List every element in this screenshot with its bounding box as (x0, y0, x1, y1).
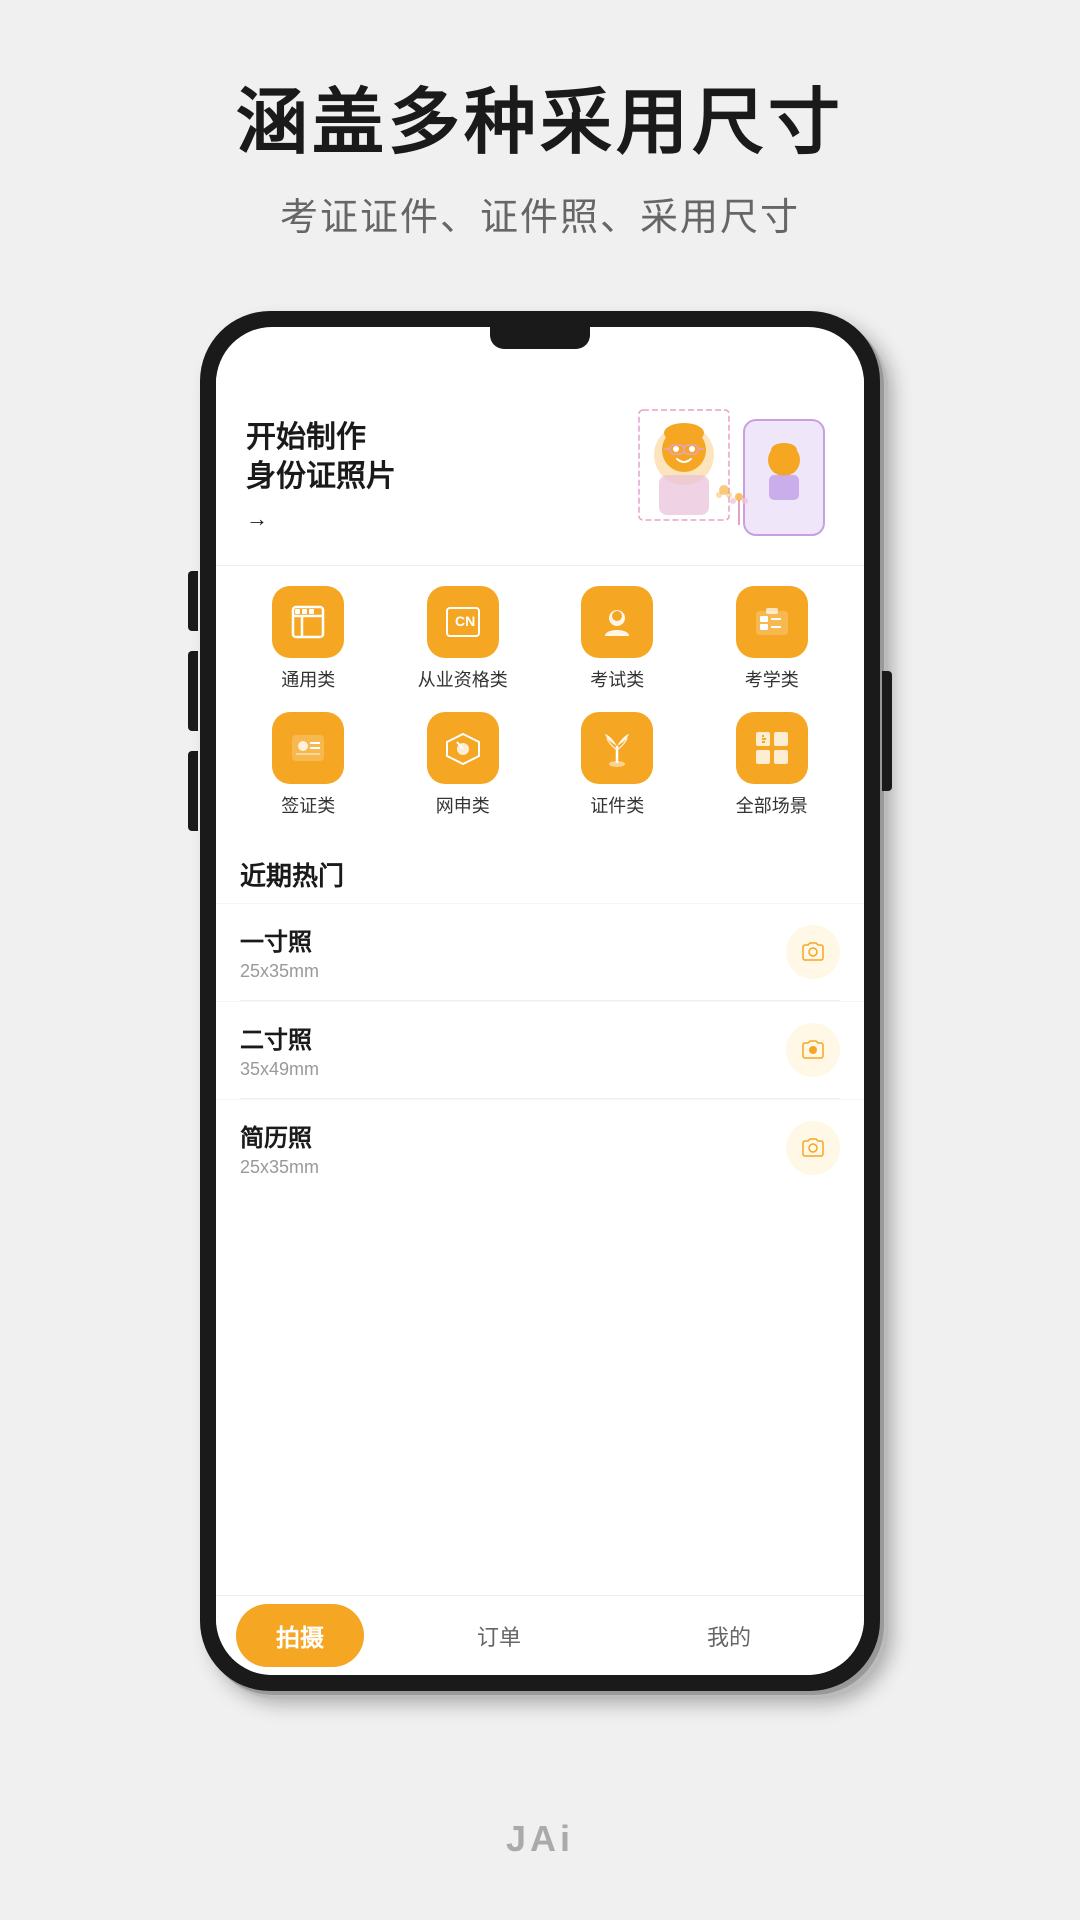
page-header: 涵盖多种采用尺寸 考证证件、证件照、采用尺寸 (236, 0, 844, 271)
hot-item-name-0: 一寸照 (240, 922, 319, 957)
hot-item-info-1: 二寸照 35x49mm (240, 1020, 319, 1080)
category-icon-study (736, 586, 808, 658)
volume-down-button (188, 651, 198, 731)
phone-mockup: 开始制作 身份证照片 → (200, 311, 880, 1691)
category-item-visa[interactable]: 签证类 (236, 712, 381, 818)
hero-banner[interactable]: 开始制作 身份证照片 → (216, 377, 864, 566)
category-section: 通用类 CN 从业资格类 (216, 566, 864, 828)
phone-notch (490, 327, 590, 349)
bottom-label: JAi (506, 1818, 574, 1860)
volume-up-button (188, 571, 198, 631)
category-icon-exam (581, 586, 653, 658)
category-label-qualification: 从业资格类 (418, 666, 508, 692)
category-label-general: 通用类 (281, 666, 335, 692)
hot-item-name-1: 二寸照 (240, 1020, 319, 1055)
hot-item-size-2: 25x35mm (240, 1157, 319, 1178)
hot-item-size-0: 25x35mm (240, 961, 319, 982)
category-icon-general (272, 586, 344, 658)
category-item-all[interactable]: 全部场景 (700, 712, 845, 818)
main-title: 涵盖多种采用尺寸 (236, 80, 844, 166)
camera-icon-1 (799, 1036, 827, 1064)
hot-item-1[interactable]: 二寸照 35x49mm (216, 1001, 864, 1098)
shoot-button[interactable]: 拍摄 (236, 1604, 364, 1667)
camera-icon-2 (799, 1134, 827, 1162)
hero-svg (634, 405, 834, 545)
category-icon-online (427, 712, 499, 784)
category-label-exam: 考试类 (590, 666, 644, 692)
hot-item-size-1: 35x49mm (240, 1059, 319, 1080)
category-label-online: 网申类 (436, 792, 490, 818)
category-item-general[interactable]: 通用类 (236, 586, 381, 692)
category-item-qualification[interactable]: CN 从业资格类 (391, 586, 536, 692)
hero-text: 开始制作 身份证照片 → (246, 418, 634, 532)
silent-button (188, 751, 198, 831)
category-item-id[interactable]: 证件类 (545, 712, 690, 818)
category-icon-qualification: CN (427, 586, 499, 658)
nav-item-order[interactable]: 订单 (384, 1620, 614, 1652)
hot-item-2[interactable]: 简历照 25x35mm (216, 1099, 864, 1196)
hot-item-camera-2[interactable] (786, 1121, 840, 1175)
hot-item-info-2: 简历照 25x35mm (240, 1118, 319, 1178)
category-icon-visa (272, 712, 344, 784)
screen-content: 开始制作 身份证照片 → (216, 327, 864, 1675)
category-label-visa: 签证类 (281, 792, 335, 818)
hero-illustration (634, 405, 834, 545)
phone-screen: 开始制作 身份证照片 → (216, 327, 864, 1675)
hot-section: 近期热门 一寸照 25x35mm (216, 838, 864, 1595)
camera-icon-0 (799, 938, 827, 966)
bottom-nav: 拍摄 订单 我的 (216, 1595, 864, 1675)
hot-item-camera-1[interactable] (786, 1023, 840, 1077)
category-label-study: 考学类 (745, 666, 799, 692)
category-item-online[interactable]: 网申类 (391, 712, 536, 818)
category-icon-all (736, 712, 808, 784)
category-grid: 通用类 CN 从业资格类 (236, 586, 844, 818)
category-item-study[interactable]: 考学类 (700, 586, 845, 692)
category-item-exam[interactable]: 考试类 (545, 586, 690, 692)
hot-item-info-0: 一寸照 25x35mm (240, 922, 319, 982)
category-label-all: 全部场景 (736, 792, 808, 818)
sub-title: 考证证件、证件照、采用尺寸 (236, 186, 844, 241)
phone-outer: 开始制作 身份证照片 → (200, 311, 880, 1691)
category-label-id: 证件类 (590, 792, 644, 818)
hero-arrow: → (246, 506, 634, 532)
power-button (882, 671, 892, 791)
page-wrapper: 涵盖多种采用尺寸 考证证件、证件照、采用尺寸 开始制作 (0, 0, 1080, 1920)
nav-item-mine[interactable]: 我的 (614, 1620, 844, 1652)
svg-text:CN: CN (455, 613, 475, 629)
category-icon-id (581, 712, 653, 784)
hot-item-camera-0[interactable] (786, 925, 840, 979)
hot-item-0[interactable]: 一寸照 25x35mm (216, 903, 864, 1000)
hero-title: 开始制作 身份证照片 (246, 418, 634, 496)
hot-title: 近期热门 (216, 838, 864, 903)
hot-item-name-2: 简历照 (240, 1118, 319, 1153)
